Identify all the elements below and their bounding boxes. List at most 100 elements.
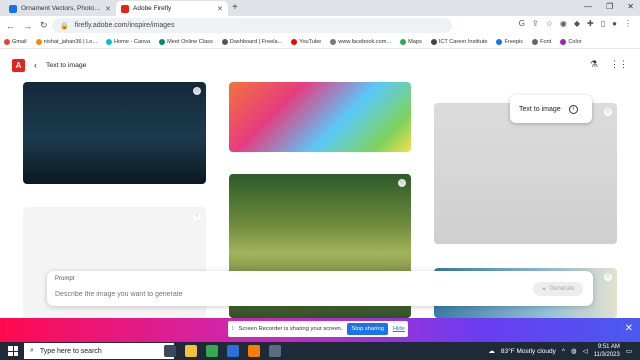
prompt-bar: Prompt ✦ Generate (47, 271, 593, 306)
drag-handle-icon[interactable]: ⁞ (232, 326, 234, 332)
bookmark-ict[interactable]: ICT Career Institute (430, 38, 487, 45)
file-explorer-icon[interactable] (185, 345, 197, 357)
page-title: Text to image (46, 62, 87, 69)
notification-icon[interactable]: ▭ (626, 347, 632, 355)
bookmark-font[interactable]: Font (532, 38, 551, 45)
app-icon[interactable] (227, 345, 239, 357)
dashboard-icon (221, 38, 228, 45)
sharing-message: Screen Recorder is sharing your screen. (238, 326, 343, 332)
bookmark-maps[interactable]: Maps (400, 38, 422, 45)
close-icon[interactable]: ✕ (105, 5, 111, 13)
tab-freepik[interactable]: Ornament Vectors, Photos and ✕ (4, 1, 116, 16)
clock-date: 11/3/2023 (593, 352, 620, 358)
address-bar[interactable]: 🔒 firefly.adobe.com/inspire/images (52, 18, 452, 33)
tab-adobe-firefly[interactable]: Adobe Firefly ✕ (116, 1, 228, 16)
prompt-input[interactable] (55, 289, 505, 299)
close-icon[interactable]: ✕ (625, 323, 633, 334)
address-url: firefly.adobe.com/inspire/images (74, 22, 175, 29)
volume-icon[interactable]: ◁ (583, 347, 588, 355)
task-view-icon[interactable] (164, 345, 176, 357)
prompt-label: Prompt (55, 276, 75, 282)
browser-toolbar: ← → ↻ 🔒 firefly.adobe.com/inspire/images… (0, 16, 640, 35)
bookmark-dashboard[interactable]: Dashboard | Freela... (221, 38, 282, 45)
puzzle-icon[interactable]: ✚ (587, 19, 594, 28)
taskbar: ⌕ Type here to search ☁ 83°F Mostly clou… (0, 342, 640, 360)
screen-sharing-bar: ⁞ Screen Recorder is sharing your screen… (0, 318, 640, 342)
screen-sharing-notice: ⁞ Screen Recorder is sharing your screen… (228, 321, 408, 337)
favorite-icon[interactable]: ♡ (193, 87, 201, 95)
generate-button[interactable]: ✦ Generate (533, 282, 583, 296)
flask-icon[interactable]: ⚗ (590, 59, 598, 70)
tab-title: Adobe Firefly (133, 5, 172, 12)
search-icon: ⌕ (30, 347, 34, 354)
ict-icon (430, 38, 437, 45)
extension-icon[interactable]: ◉ (560, 19, 567, 28)
favorite-icon[interactable]: ♡ (604, 108, 612, 116)
gallery-image-castle[interactable]: ♡ (23, 82, 206, 184)
folder-icon (35, 38, 42, 45)
window-controls: — ❐ ✕ (584, 2, 634, 11)
generate-sparkle-icon: ✦ (541, 286, 547, 293)
stop-sharing-button[interactable]: Stop sharing (347, 323, 388, 335)
share-icon[interactable]: ⇪ (532, 19, 539, 28)
screen-recorder-icon[interactable] (269, 345, 281, 357)
bookmark-meet[interactable]: Meet Online Class (159, 38, 213, 45)
kebab-menu-icon[interactable]: ⋮ (624, 19, 632, 28)
taskbar-apps (164, 345, 281, 357)
adobe-favicon-icon (121, 4, 129, 13)
gallery-image-colorful-cubes[interactable] (229, 82, 411, 152)
window-close-icon[interactable]: ✕ (627, 2, 634, 11)
network-icon[interactable]: ◍ (571, 347, 577, 355)
chrome-icon[interactable] (206, 345, 218, 357)
google-lens-icon[interactable]: G (519, 19, 525, 28)
info-icon[interactable]: i (568, 104, 578, 114)
canva-icon (106, 38, 113, 45)
bookmark-star-icon[interactable]: ☆ (546, 19, 553, 28)
text-to-image-tooltip[interactable]: Text to image i (510, 95, 592, 123)
profile-avatar[interactable]: ● (612, 19, 617, 28)
adobe-logo-icon[interactable]: A (12, 59, 25, 72)
close-icon[interactable]: ✕ (217, 5, 223, 13)
weather-text[interactable]: 83°F Mostly cloudy (501, 348, 556, 355)
back-arrow-icon[interactable]: ← (6, 21, 15, 31)
bookmark-nishat[interactable]: nishat_jahan36 | Lo... (35, 38, 97, 45)
freepik-icon (496, 38, 503, 45)
browser-tab-strip: Ornament Vectors, Photos and ✕ Adobe Fir… (0, 0, 640, 16)
bookmark-gmail[interactable]: Gmail (4, 38, 27, 45)
windows-start-icon[interactable] (8, 346, 18, 356)
favorite-icon[interactable]: ♡ (398, 179, 406, 187)
bookmark-canva[interactable]: Home - Canva (106, 38, 150, 45)
bookmark-freepic[interactable]: Freepic (496, 38, 523, 45)
gallery-image-origami-dog[interactable]: ♡ (434, 103, 617, 244)
minimize-icon[interactable]: — (584, 2, 592, 11)
hide-link[interactable]: Hide (393, 326, 405, 332)
freepik-favicon-icon (9, 4, 17, 13)
bookmark-color[interactable]: Color (560, 38, 582, 45)
gmail-icon (4, 38, 10, 45)
forward-arrow-icon[interactable]: → (23, 21, 32, 31)
clock[interactable]: 9:51 AM 11/3/2023 (594, 343, 620, 359)
favorite-icon[interactable]: ♡ (604, 273, 612, 281)
maps-icon (400, 38, 407, 45)
bookmark-youtube[interactable]: YouTube (291, 38, 321, 45)
taskbar-search[interactable]: ⌕ Type here to search (24, 343, 174, 359)
bookmark-facebook[interactable]: www.facebook.com... (330, 38, 391, 45)
taskbar-search-placeholder: Type here to search (39, 347, 102, 355)
restore-icon[interactable]: ❐ (606, 2, 613, 11)
tab-title: Ornament Vectors, Photos and (21, 5, 102, 12)
favorite-icon[interactable]: ♡ (193, 212, 201, 220)
chevron-up-icon[interactable]: ^ (562, 348, 565, 355)
extension-icon[interactable]: ◆ (574, 19, 580, 28)
apps-grid-icon[interactable]: ⋮⋮ (610, 59, 628, 70)
reload-icon[interactable]: ↻ (40, 20, 48, 31)
weather-icon: ☁ (488, 348, 495, 355)
bookmarks-bar: Gmail nishat_jahan36 | Lo... Home - Canv… (0, 35, 640, 49)
clock-time: 9:51 AM (597, 344, 620, 350)
illustrator-icon[interactable] (248, 345, 260, 357)
new-tab-icon[interactable]: + (232, 2, 238, 13)
system-tray: ☁ 83°F Mostly cloudy ^ ◍ ◁ 9:51 AM 11/3/… (488, 343, 632, 359)
toolbar-icons: G ⇪ ☆ ◉ ◆ ✚ ▯ ● ⋮ (519, 19, 632, 28)
globe-icon (330, 38, 337, 45)
sidebar-icon[interactable]: ▯ (601, 19, 605, 28)
back-chevron-icon[interactable]: ‹ (34, 60, 37, 70)
